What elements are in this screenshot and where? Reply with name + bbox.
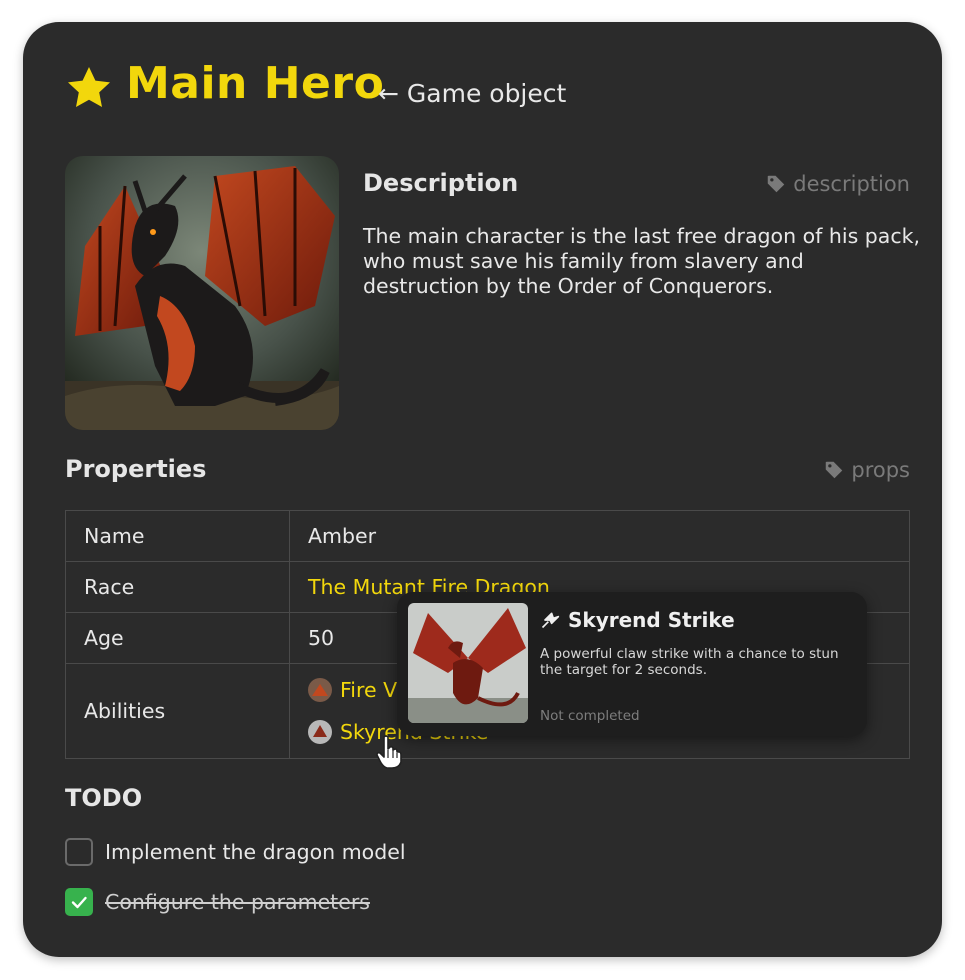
todo-item[interactable]: Configure the parameters xyxy=(65,888,370,916)
hand-pointer-icon xyxy=(376,735,402,769)
page-title: Main Hero xyxy=(126,58,385,109)
ability-thumbnail xyxy=(308,678,332,702)
properties-heading: Properties xyxy=(65,455,207,483)
todo-checkbox-checked[interactable] xyxy=(65,888,93,916)
ability-image xyxy=(408,603,528,723)
tag-icon xyxy=(826,461,843,479)
tooltip-title: Skyrend Strike xyxy=(540,608,735,632)
ability-tooltip: Skyrend Strike A powerful claw strike wi… xyxy=(397,592,867,736)
claw-strike-icon xyxy=(541,612,560,629)
props-tag[interactable]: props xyxy=(823,458,910,482)
property-key: Age xyxy=(65,612,290,664)
description-heading: Description xyxy=(363,169,519,197)
star-icon xyxy=(68,67,110,107)
table-row: Name Amber xyxy=(65,510,910,562)
tooltip-status: Not completed xyxy=(540,708,640,724)
todo-item[interactable]: Implement the dragon model xyxy=(65,838,406,866)
game-object-card: Main Hero ← Game object Description desc… xyxy=(23,22,942,957)
tooltip-description: A powerful claw strike with a chance to … xyxy=(540,646,839,678)
todo-checkbox[interactable] xyxy=(65,838,93,866)
tag-icon xyxy=(767,175,785,193)
property-key: Race xyxy=(65,561,290,613)
property-value: Amber xyxy=(289,510,910,562)
todo-label: Implement the dragon model xyxy=(105,840,406,864)
description-tag-label: description xyxy=(793,172,910,196)
ability-thumbnail xyxy=(308,720,332,744)
dragon-image[interactable] xyxy=(65,156,339,430)
todo-heading: TODO xyxy=(65,784,143,812)
description-text: The main character is the last free drag… xyxy=(363,224,921,298)
description-tag[interactable]: description xyxy=(765,172,910,196)
props-tag-label: props xyxy=(851,458,910,482)
property-key: Abilities xyxy=(65,663,290,759)
ability-link[interactable]: Fire V xyxy=(340,678,397,702)
property-key: Name xyxy=(65,510,290,562)
game-object-link[interactable]: ← Game object xyxy=(378,79,566,108)
check-icon xyxy=(71,896,87,909)
todo-label: Configure the parameters xyxy=(105,890,370,914)
tooltip-title-text: Skyrend Strike xyxy=(568,608,735,632)
